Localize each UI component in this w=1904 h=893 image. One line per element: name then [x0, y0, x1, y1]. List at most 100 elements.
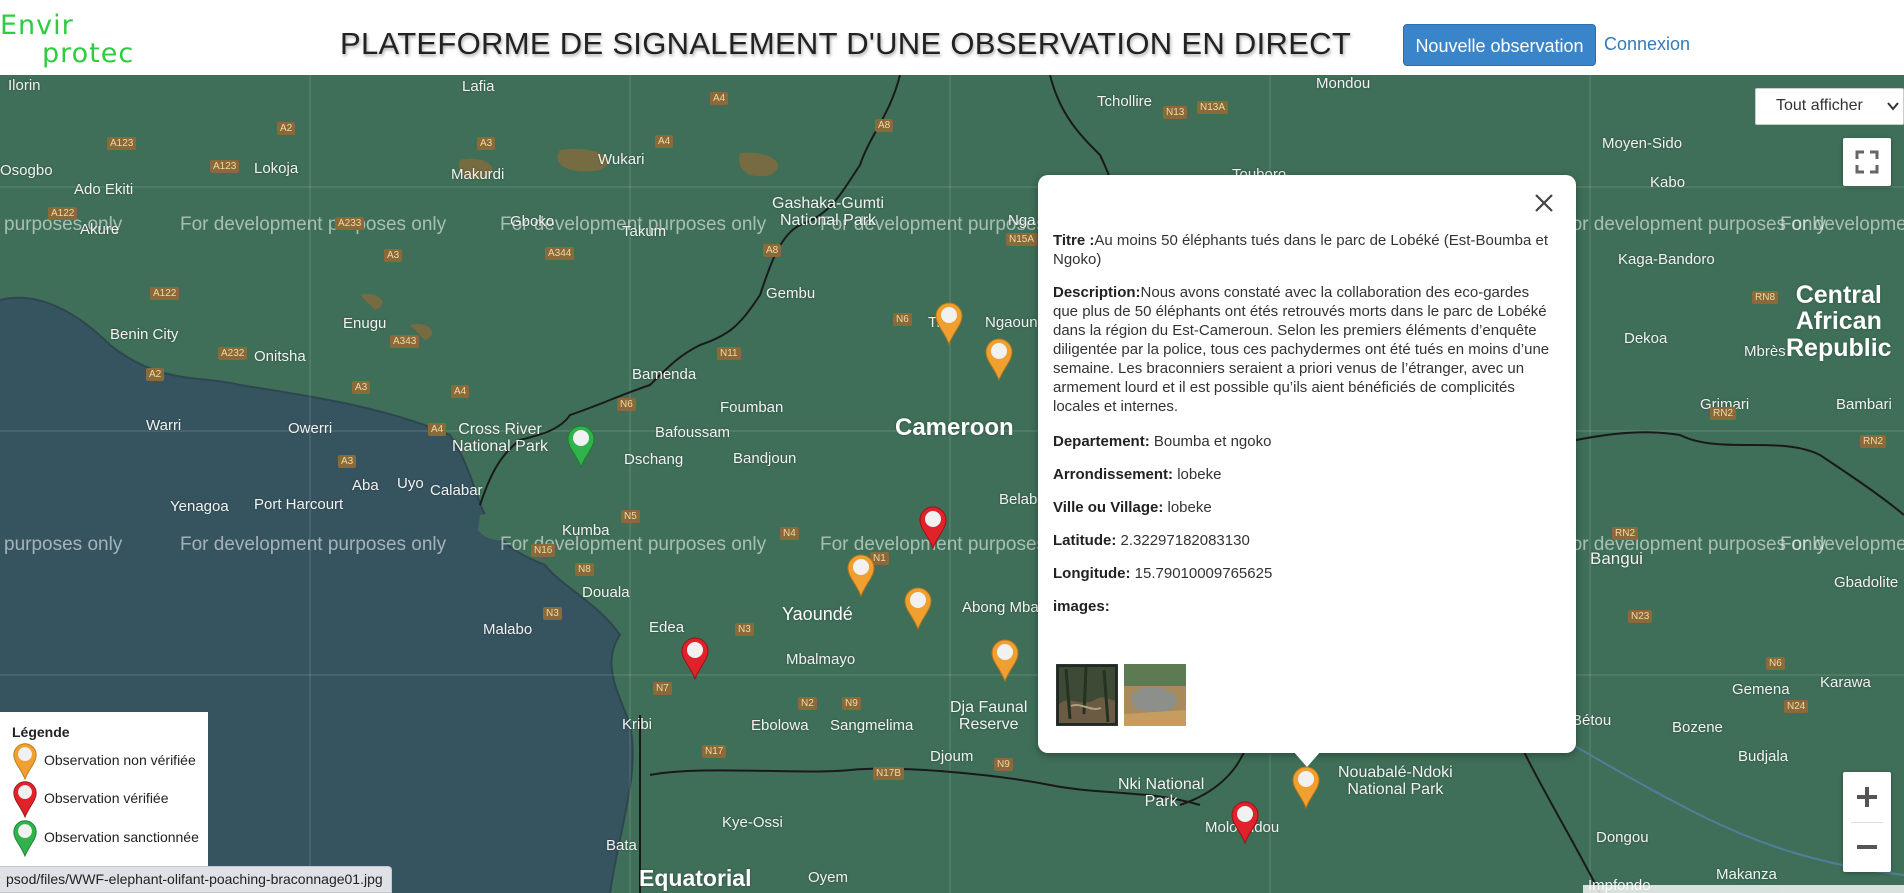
zoom-control	[1843, 772, 1891, 872]
map-label: Dongou	[1596, 829, 1649, 846]
map-label: Cross River National Park	[452, 421, 549, 455]
marker-verified[interactable]	[918, 505, 948, 549]
road-shield: N2	[798, 697, 817, 710]
road-shield: A3	[384, 249, 403, 262]
map-label: Ado Ekiti	[74, 181, 134, 198]
map-label: Benin City	[110, 326, 179, 343]
marker-unverified[interactable]	[846, 553, 876, 597]
map-label: Calabar	[430, 482, 483, 499]
marker-unverified-selected[interactable]	[1291, 765, 1321, 809]
map-label: Lokoja	[254, 160, 299, 177]
observation-arrondissement: Arrondissement: lobeke	[1053, 465, 1553, 484]
observation-latitude: Latitude: 2.32297182083130	[1053, 531, 1553, 550]
road-shield: A2	[146, 368, 165, 381]
map-label: Yenagoa	[170, 498, 229, 515]
longitude-value: 15.79010009765625	[1134, 565, 1273, 582]
marker-unverified[interactable]	[984, 337, 1014, 381]
road-shield: RN2	[1612, 527, 1639, 540]
images-label: images:	[1053, 598, 1110, 615]
marker-unverified[interactable]	[990, 638, 1020, 682]
map-view[interactable]: purposes only For development purposes o…	[0, 75, 1904, 893]
road-shield: A4	[655, 135, 674, 148]
road-shield: N13	[1163, 106, 1188, 119]
road-shield: N16	[531, 544, 556, 557]
map-label: Gashaka-Gumti National Park	[772, 195, 885, 229]
road-shield: N9	[842, 697, 861, 710]
map-label: Edea	[649, 619, 685, 636]
observation-departement: Departement: Boumba et ngoko	[1053, 432, 1553, 451]
road-shield: N4	[780, 527, 799, 540]
observation-filter-select[interactable]: Tout afficher	[1755, 88, 1904, 125]
marker-sanctioned[interactable]	[566, 424, 596, 468]
observation-image-thumbnail[interactable]	[1124, 664, 1186, 726]
dev-watermark: For development purposes only	[180, 534, 447, 555]
zoom-in-button[interactable]	[1843, 772, 1891, 822]
logo-line-2: protec	[42, 38, 135, 69]
road-shield: A344	[545, 247, 575, 260]
map-label-country: Cameroon	[895, 414, 1014, 441]
legend-item-label: Observation sanctionnée	[44, 829, 199, 845]
map-label: Oyem	[808, 869, 849, 886]
map-label: Foumban	[720, 399, 784, 416]
legend-item-unverified: Observation non vérifiée	[12, 742, 202, 782]
map-label: Nki National Park	[1118, 776, 1205, 810]
road-shield: A123	[210, 160, 240, 173]
observation-image-thumbnail[interactable]	[1056, 664, 1118, 726]
arrondissement-label: Arrondissement:	[1053, 466, 1174, 483]
map-label: Bozene	[1672, 719, 1723, 736]
plus-icon	[1857, 787, 1877, 807]
map-label: Sangmelima	[830, 717, 914, 734]
road-shield: N13A	[1197, 101, 1229, 114]
map-label: Osogbo	[0, 162, 53, 179]
orange-marker-icon	[13, 743, 37, 781]
info-window-body: Titre :Au moins 50 éléphants tués dans l…	[1053, 231, 1553, 630]
marker-unverified[interactable]	[903, 586, 933, 630]
legend-item-label: Observation vérifiée	[44, 790, 169, 806]
map-label: Mbrès	[1744, 343, 1786, 360]
info-window-tail	[1293, 751, 1321, 767]
road-shield: RN8	[1752, 291, 1779, 304]
envirprotec-logo[interactable]: Envir protec	[0, 10, 160, 69]
map-label: Gboko	[510, 213, 555, 230]
road-shield: A4	[428, 423, 447, 436]
marker-verified[interactable]	[680, 636, 710, 680]
map-label: Djoum	[930, 748, 974, 765]
road-shield: A122	[48, 207, 78, 220]
road-shield: A3	[338, 455, 357, 468]
map-label: Ngaoun	[985, 314, 1038, 331]
dev-watermark: For developme	[1780, 534, 1904, 555]
description-label: Description:	[1053, 284, 1141, 301]
latitude-label: Latitude:	[1053, 532, 1117, 549]
road-shield: A4	[451, 385, 470, 398]
close-icon[interactable]	[1532, 191, 1556, 215]
map-label-country: Equatorial	[639, 865, 752, 891]
map-label: Onitsha	[254, 348, 306, 365]
road-shield: A8	[875, 119, 894, 132]
road-shield: N8	[575, 563, 594, 576]
marker-verified[interactable]	[1230, 800, 1260, 844]
login-link[interactable]: Connexion	[1604, 34, 1690, 55]
road-shield: A8	[763, 244, 782, 257]
map-label: Gbadolite	[1834, 574, 1899, 591]
fullscreen-button[interactable]	[1843, 138, 1891, 186]
map-label: Malabo	[483, 621, 533, 638]
new-observation-button[interactable]: Nouvelle observation	[1403, 24, 1596, 66]
legend-item-sanctioned: Observation sanctionnée	[12, 819, 202, 859]
zoom-out-button[interactable]	[1843, 822, 1891, 872]
map-label: Nouabalé-Ndoki National Park	[1338, 764, 1453, 798]
road-shield: RN2	[1860, 435, 1887, 448]
road-shield: N24	[1784, 700, 1809, 713]
map-label: Karawa	[1820, 674, 1871, 691]
longitude-label: Longitude:	[1053, 565, 1131, 582]
road-shield: N6	[617, 398, 636, 411]
map-label: Budjala	[1738, 748, 1789, 765]
road-shield: A232	[218, 347, 248, 360]
map-attribution	[1583, 885, 1904, 893]
map-label: Belab	[999, 491, 1038, 508]
observation-description: Description:Nous avons constaté avec la …	[1053, 283, 1553, 416]
road-shield: N17	[702, 745, 727, 758]
map-label: Warri	[146, 417, 182, 434]
road-shield: N5	[621, 510, 640, 523]
marker-unverified[interactable]	[934, 301, 964, 345]
dev-watermark: For development purposes only	[180, 214, 447, 235]
